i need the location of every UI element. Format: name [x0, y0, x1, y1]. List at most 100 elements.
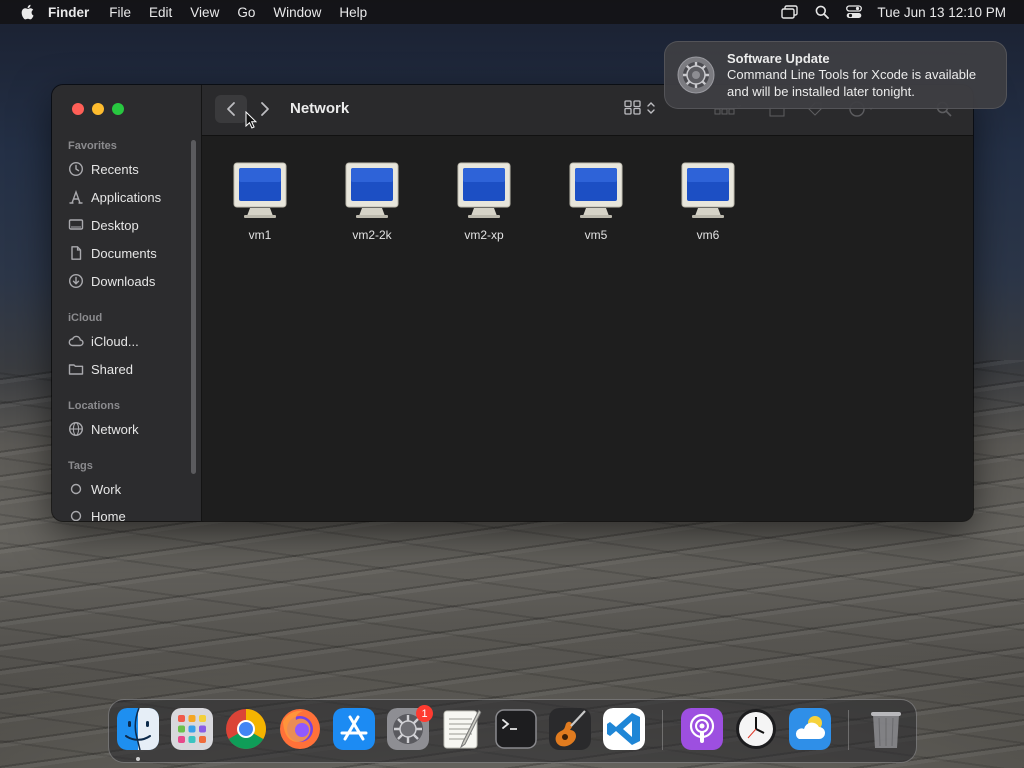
system-settings-gear-icon — [677, 56, 715, 94]
notification-body-line2: and will be installed later tonight. — [727, 83, 915, 99]
control-center-icon[interactable] — [845, 4, 863, 20]
dock-terminal-icon[interactable] — [495, 708, 537, 750]
sidebar-item-applications[interactable]: Applications — [68, 186, 188, 208]
system-settings-badge: 1 — [416, 705, 433, 722]
chevron-right-icon — [261, 102, 269, 116]
spotlight-search-icon[interactable] — [813, 4, 831, 20]
sidebar-scrollbar[interactable] — [191, 140, 196, 474]
sidebar-item-recents[interactable]: Recents — [68, 158, 188, 180]
network-item-label: vm5 — [584, 228, 608, 242]
menu-bar: Finder File Edit View Go Window Help Tue… — [0, 0, 1024, 24]
menu-view[interactable]: View — [190, 5, 219, 20]
dock-app-store-icon[interactable] — [333, 708, 375, 750]
view-mode-button[interactable] — [624, 100, 655, 115]
window-controls — [72, 103, 124, 115]
computer-monitor-icon — [345, 162, 399, 218]
dock-separator — [848, 710, 849, 750]
sidebar-label-work: Work — [91, 481, 122, 497]
sidebar-label-applications: Applications — [91, 189, 162, 205]
sidebar-item-network[interactable]: Network — [68, 418, 188, 440]
network-item-label: vm2-2k — [352, 228, 392, 242]
dock: 1 — [108, 699, 917, 763]
network-item-label: vm2-xp — [464, 228, 504, 242]
finder-running-indicator — [136, 757, 140, 761]
dock-textedit-icon[interactable] — [441, 708, 483, 750]
sidebar-item-downloads[interactable]: Downloads — [68, 270, 188, 292]
menu-go[interactable]: Go — [237, 5, 255, 20]
network-item-vm6[interactable]: vm6 — [658, 161, 758, 242]
sidebar-label-documents: Documents — [91, 245, 157, 261]
dock-launchpad-icon[interactable] — [171, 708, 213, 750]
apple-menu-icon[interactable] — [20, 4, 34, 20]
dock-vscode-icon[interactable] — [603, 708, 645, 750]
screen-mirroring-icon[interactable] — [781, 4, 799, 20]
sidebar-item-documents[interactable]: Documents — [68, 242, 188, 264]
chevron-left-icon — [227, 102, 235, 116]
network-item-label: vm1 — [248, 228, 272, 242]
network-item-vm2-xp[interactable]: vm2-xp — [434, 161, 534, 242]
sidebar-header-tags: Tags — [68, 460, 93, 472]
shared-folder-icon — [68, 364, 84, 375]
sidebar-item-icloud-drive[interactable]: iCloud... — [68, 330, 188, 352]
computer-monitor-icon — [569, 162, 623, 218]
sidebar-label-shared: Shared — [91, 361, 133, 377]
dock-weather-icon[interactable] — [789, 708, 831, 750]
sidebar-item-shared[interactable]: Shared — [68, 358, 188, 380]
dock-separator — [662, 710, 663, 750]
dock-clock-icon[interactable] — [735, 708, 777, 750]
network-item-vm5[interactable]: vm5 — [546, 161, 646, 242]
computer-monitor-icon — [681, 162, 735, 218]
menu-help[interactable]: Help — [339, 5, 367, 20]
dock-firefox-icon[interactable] — [279, 708, 321, 750]
sidebar-label-home: Home — [91, 508, 126, 522]
sidebar-label-downloads: Downloads — [91, 273, 156, 289]
sidebar-item-desktop[interactable]: Desktop — [68, 214, 188, 236]
cloud-icon — [68, 335, 84, 347]
back-button[interactable] — [215, 95, 247, 123]
zoom-button[interactable] — [112, 103, 124, 115]
sidebar-item-tag-home[interactable]: Home — [68, 505, 188, 521]
window-title: Network — [290, 100, 350, 117]
dock-podcasts-icon[interactable] — [681, 708, 723, 750]
dock-trash-icon[interactable] — [865, 708, 907, 750]
icon-grid-view-icon — [624, 100, 641, 115]
minimize-button[interactable] — [92, 103, 104, 115]
computer-monitor-icon — [233, 162, 287, 218]
dock-garageband-icon[interactable] — [549, 708, 591, 750]
tag-circle-icon — [70, 483, 82, 495]
sidebar-label-desktop: Desktop — [91, 217, 139, 233]
finder-sidebar: Favorites Recents Applications Desktop D… — [52, 85, 202, 521]
clock-icon — [68, 161, 84, 177]
sidebar-label-network: Network — [91, 421, 139, 437]
dock-chrome-icon[interactable] — [225, 708, 267, 750]
sidebar-header-favorites: Favorites — [68, 140, 117, 152]
desktop-icon — [68, 219, 84, 230]
network-item-label: vm6 — [696, 228, 720, 242]
network-item-vm1[interactable]: vm1 — [210, 161, 310, 242]
notification-body-line1: Command Line Tools for Xcode is availabl… — [727, 66, 977, 82]
applications-icon — [69, 189, 83, 204]
sidebar-header-locations: Locations — [68, 400, 120, 412]
sidebar-label-recents: Recents — [91, 161, 139, 177]
dock-finder-icon[interactable] — [117, 708, 159, 750]
download-icon — [68, 273, 84, 289]
tag-circle-icon — [70, 510, 82, 521]
menu-bar-clock[interactable]: Tue Jun 13 12:10 PM — [877, 5, 1006, 20]
mouse-pointer-icon — [245, 111, 257, 129]
sidebar-item-tag-work[interactable]: Work — [68, 478, 188, 500]
close-button[interactable] — [72, 103, 84, 115]
menu-window[interactable]: Window — [273, 5, 321, 20]
menu-edit[interactable]: Edit — [149, 5, 172, 20]
globe-icon — [68, 421, 84, 437]
chevron-up-down-icon — [647, 101, 655, 114]
network-item-vm2-2k[interactable]: vm2-2k — [322, 161, 422, 242]
menu-app-finder[interactable]: Finder — [48, 5, 89, 20]
software-update-notification[interactable]: Software Update Command Line Tools for X… — [664, 41, 1007, 109]
document-icon — [71, 246, 82, 260]
menu-file[interactable]: File — [109, 5, 131, 20]
finder-window: Favorites Recents Applications Desktop D… — [52, 85, 973, 521]
sidebar-header-icloud: iCloud — [68, 312, 103, 324]
sidebar-label-icloud-drive: iCloud... — [91, 333, 139, 349]
notification-title: Software Update — [727, 50, 830, 66]
computer-monitor-icon — [457, 162, 511, 218]
